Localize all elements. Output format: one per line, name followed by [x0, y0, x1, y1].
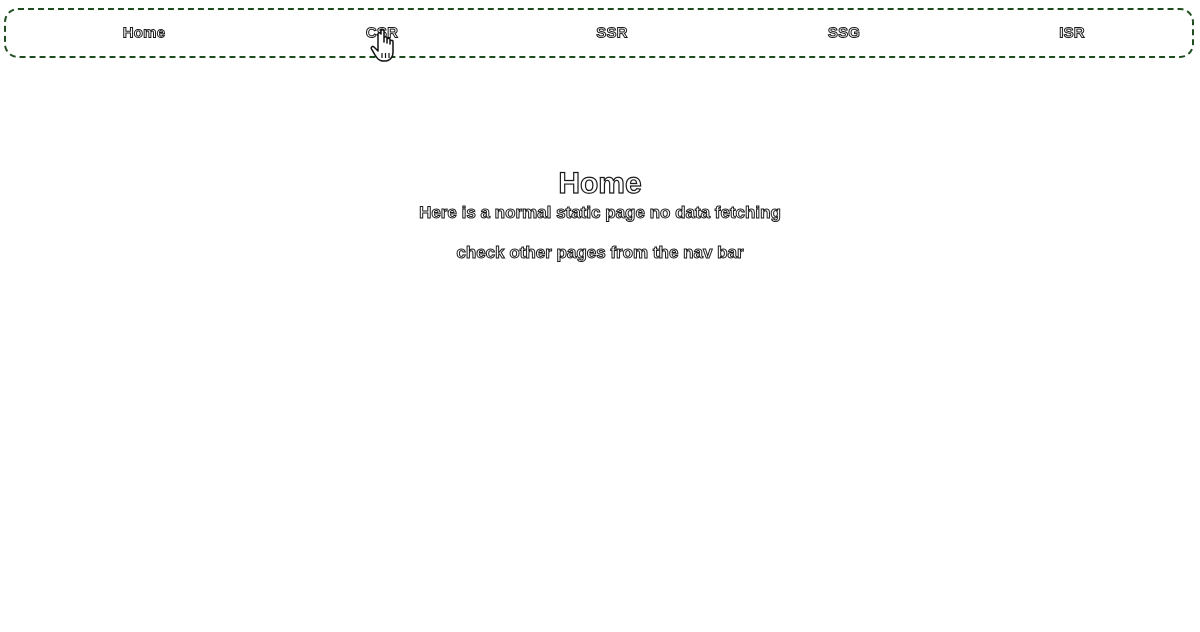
nav-link-ssr[interactable]: SSR: [596, 24, 628, 42]
page-title: Home: [558, 166, 643, 200]
page-hint: check other pages from the nav bar: [456, 243, 744, 263]
nav-link-ssg[interactable]: SSG: [827, 24, 860, 42]
top-nav-bar: Home CSR SSR SSG ISR: [4, 8, 1194, 58]
page-subtitle: Here is a normal static page no data fet…: [419, 203, 782, 223]
main-content: Home Here is a normal static page no dat…: [0, 166, 1200, 264]
hand-pointer-icon: [370, 29, 394, 62]
nav-link-isr[interactable]: ISR: [1059, 24, 1085, 42]
nav-link-home[interactable]: Home: [122, 24, 165, 42]
